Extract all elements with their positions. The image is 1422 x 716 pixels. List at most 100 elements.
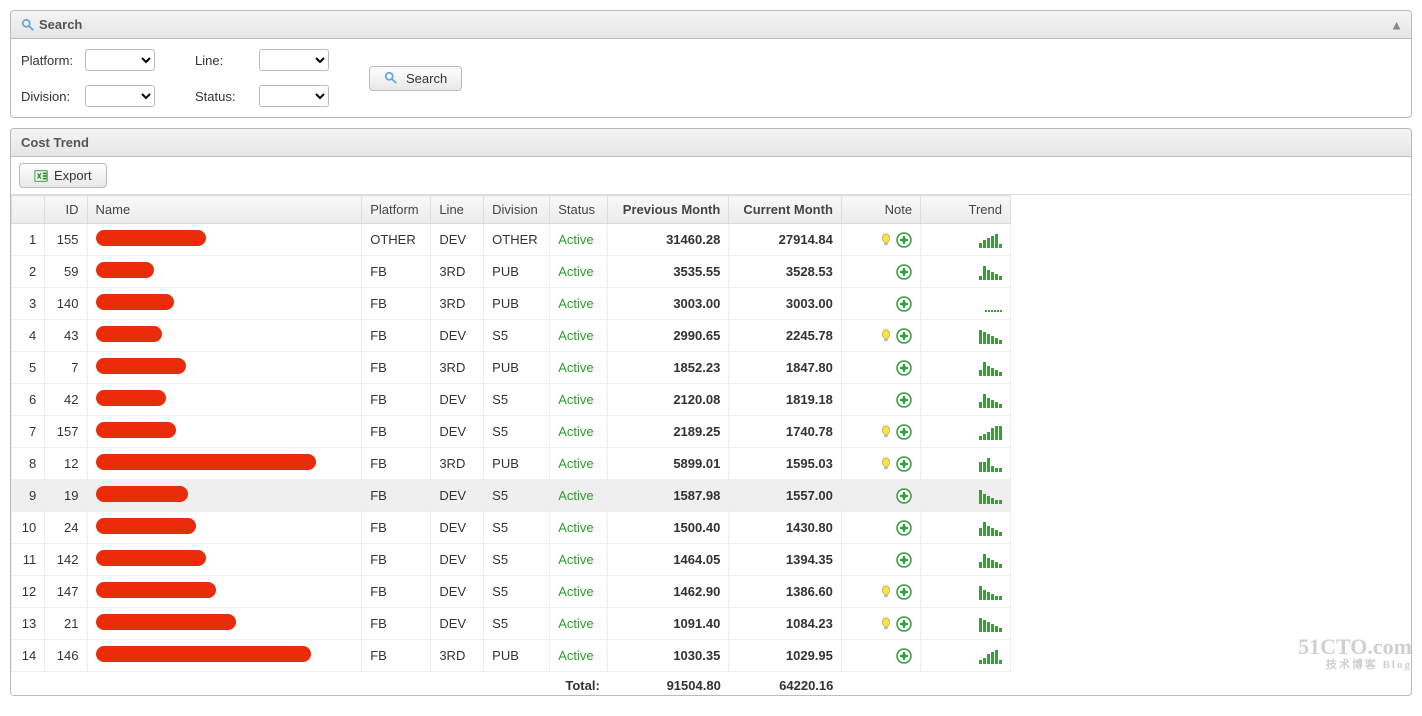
table-row[interactable]: 57FB3RDPUBActive1852.231847.80 <box>12 352 1011 384</box>
table-footer-row: Total: 91504.80 64220.16 <box>12 672 1011 696</box>
col-trend[interactable]: Trend <box>921 196 1011 224</box>
search-button[interactable]: Search <box>369 66 462 91</box>
status-select[interactable] <box>259 85 329 107</box>
cell-division: PUB <box>484 288 550 320</box>
cell-rownum: 6 <box>12 384 45 416</box>
add-note-icon[interactable] <box>896 232 912 248</box>
col-curr-month[interactable]: Current Month <box>729 196 842 224</box>
table-row[interactable]: 14146FB3RDPUBActive1030.351029.95 <box>12 640 1011 672</box>
search-button-label: Search <box>406 71 447 86</box>
cell-id: 24 <box>45 512 87 544</box>
cell-line: DEV <box>431 384 484 416</box>
add-note-icon[interactable] <box>896 296 912 312</box>
lightbulb-icon[interactable] <box>879 585 893 599</box>
table-row[interactable]: 642FBDEVS5Active2120.081819.18 <box>12 384 1011 416</box>
lightbulb-icon[interactable] <box>879 233 893 247</box>
cell-trend <box>921 416 1011 448</box>
sparkline <box>979 360 1002 376</box>
collapse-icon[interactable]: ▲ <box>1390 17 1403 32</box>
col-id[interactable]: ID <box>45 196 87 224</box>
cell-platform: FB <box>362 416 431 448</box>
add-note-icon[interactable] <box>896 648 912 664</box>
total-label: Total: <box>550 672 608 696</box>
col-note[interactable]: Note <box>841 196 920 224</box>
lightbulb-icon[interactable] <box>879 425 893 439</box>
cell-division: S5 <box>484 480 550 512</box>
add-note-icon[interactable] <box>896 360 912 376</box>
table-row[interactable]: 11142FBDEVS5Active1464.051394.35 <box>12 544 1011 576</box>
col-status[interactable]: Status <box>550 196 608 224</box>
cell-status: Active <box>550 224 608 256</box>
export-button[interactable]: Export <box>19 163 107 188</box>
col-rownum[interactable] <box>12 196 45 224</box>
cell-rownum: 3 <box>12 288 45 320</box>
redacted-name <box>96 486 188 502</box>
cell-rownum: 9 <box>12 480 45 512</box>
table-row[interactable]: 443FBDEVS5Active2990.652245.78 <box>12 320 1011 352</box>
table-row[interactable]: 12147FBDEVS5Active1462.901386.60 <box>12 576 1011 608</box>
add-note-icon[interactable] <box>896 328 912 344</box>
cell-name <box>87 288 362 320</box>
search-icon <box>384 71 398 85</box>
table-row[interactable]: 1155OTHERDEVOTHERActive31460.2827914.84 <box>12 224 1011 256</box>
sparkline <box>979 552 1002 568</box>
lightbulb-icon[interactable] <box>879 457 893 471</box>
status-active: Active <box>558 328 593 343</box>
cell-note <box>841 480 920 512</box>
cell-curr-month: 1430.80 <box>729 512 842 544</box>
grid-scroll[interactable]: ID Name Platform Line Division Status Pr… <box>11 195 1411 695</box>
cell-prev-month: 1587.98 <box>608 480 729 512</box>
status-active: Active <box>558 232 593 247</box>
add-note-icon[interactable] <box>896 584 912 600</box>
add-note-icon[interactable] <box>896 424 912 440</box>
add-note-icon[interactable] <box>896 488 912 504</box>
cell-prev-month: 1462.90 <box>608 576 729 608</box>
cell-platform: FB <box>362 256 431 288</box>
table-row[interactable]: 7157FBDEVS5Active2189.251740.78 <box>12 416 1011 448</box>
cell-rownum: 5 <box>12 352 45 384</box>
table-row[interactable]: 812FB3RDPUBActive5899.011595.03 <box>12 448 1011 480</box>
col-name[interactable]: Name <box>87 196 362 224</box>
cell-division: PUB <box>484 256 550 288</box>
col-platform[interactable]: Platform <box>362 196 431 224</box>
cell-curr-month: 1386.60 <box>729 576 842 608</box>
table-row[interactable]: 1321FBDEVS5Active1091.401084.23 <box>12 608 1011 640</box>
search-panel-header[interactable]: Search ▲ <box>11 11 1411 39</box>
table-row[interactable]: 1024FBDEVS5Active1500.401430.80 <box>12 512 1011 544</box>
cost-trend-title: Cost Trend <box>21 135 89 150</box>
sparkline <box>979 488 1002 504</box>
cell-division: S5 <box>484 416 550 448</box>
search-panel: Search ▲ Platform: Division: Line: Statu… <box>10 10 1412 118</box>
cell-curr-month: 1394.35 <box>729 544 842 576</box>
platform-select[interactable] <box>85 49 155 71</box>
redacted-name <box>96 358 186 374</box>
cell-status: Active <box>550 288 608 320</box>
col-prev-month[interactable]: Previous Month <box>608 196 729 224</box>
line-select[interactable] <box>259 49 329 71</box>
add-note-icon[interactable] <box>896 456 912 472</box>
add-note-icon[interactable] <box>896 392 912 408</box>
cell-prev-month: 2120.08 <box>608 384 729 416</box>
cell-note <box>841 544 920 576</box>
lightbulb-icon[interactable] <box>879 329 893 343</box>
table-row[interactable]: 919FBDEVS5Active1587.981557.00 <box>12 480 1011 512</box>
cell-rownum: 14 <box>12 640 45 672</box>
add-note-icon[interactable] <box>896 616 912 632</box>
table-row[interactable]: 259FB3RDPUBActive3535.553528.53 <box>12 256 1011 288</box>
cell-name <box>87 320 362 352</box>
add-note-icon[interactable] <box>896 264 912 280</box>
lightbulb-icon[interactable] <box>879 617 893 631</box>
toolbar: Export <box>11 157 1411 195</box>
table-row[interactable]: 3140FB3RDPUBActive3003.003003.00 <box>12 288 1011 320</box>
status-active: Active <box>558 456 593 471</box>
cell-status: Active <box>550 416 608 448</box>
col-line[interactable]: Line <box>431 196 484 224</box>
col-division[interactable]: Division <box>484 196 550 224</box>
add-note-icon[interactable] <box>896 520 912 536</box>
add-note-icon[interactable] <box>896 552 912 568</box>
cell-curr-month: 1557.00 <box>729 480 842 512</box>
division-select[interactable] <box>85 85 155 107</box>
sparkline <box>979 264 1002 280</box>
cell-line: DEV <box>431 512 484 544</box>
cell-prev-month: 3003.00 <box>608 288 729 320</box>
